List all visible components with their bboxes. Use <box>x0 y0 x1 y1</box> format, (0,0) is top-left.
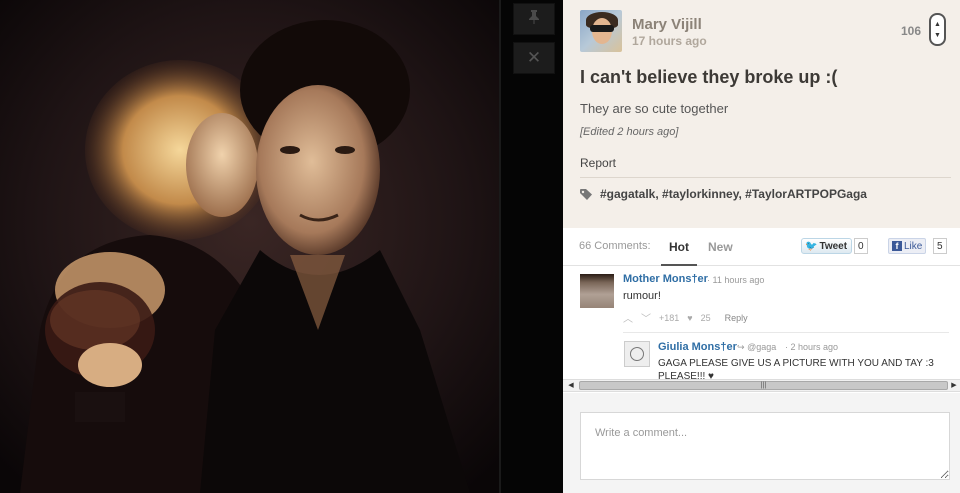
pin-button[interactable] <box>513 3 555 35</box>
post-info: Mary Vijill 17 hours ago 106 ▲ ▼ I can't… <box>563 0 960 228</box>
horizontal-scrollbar[interactable]: ◀ ||| ▶ <box>563 379 960 392</box>
like-count: 5 <box>933 238 947 254</box>
post-title: I can't believe they broke up :( <box>580 67 838 87</box>
facebook-icon: f <box>892 241 902 251</box>
comments-header: 66 Comments: Hot New 🐦 Tweet 0 f Like 5 <box>563 228 960 266</box>
viewer: ✕ Mary Vijill 17 hours ago 106 ▲ ▼ I can… <box>0 0 960 493</box>
close-icon: ✕ <box>526 48 542 67</box>
comment-input[interactable] <box>580 412 950 480</box>
commenter-name[interactable]: Mother Mons†er <box>623 273 708 285</box>
comment-compose <box>563 393 960 493</box>
comment-text: GAGA PLEASE GIVE US A PICTURE WITH YOU A… <box>658 358 934 379</box>
scroll-left-icon[interactable]: ◀ <box>565 380 577 391</box>
heart-icon[interactable]: ♥ <box>687 313 692 323</box>
post-body: They are so cute together <box>580 101 729 116</box>
upvote-icon[interactable]: ▲ <box>934 19 941 30</box>
edited-note: [Edited 2 hours ago] <box>580 126 679 138</box>
comment-count: 66 Comments: <box>579 240 651 252</box>
tab-new[interactable]: New <box>708 240 733 254</box>
post-tags[interactable]: #gagatalk, #taylorkinney, #TaylorARTPOPG… <box>600 187 867 201</box>
like-label: Like <box>904 240 923 252</box>
tab-hot[interactable]: Hot <box>661 228 697 266</box>
divider <box>580 177 951 178</box>
comment-divider <box>623 332 949 333</box>
author-avatar[interactable] <box>580 10 622 52</box>
commenter-name[interactable]: Giulia Mons†er <box>658 341 737 353</box>
vote-score: 106 <box>901 24 922 38</box>
post-photo <box>0 0 499 493</box>
comment-actions: ︿ ﹀ +181 ♥ 25 Reply <box>623 310 748 326</box>
tweet-label: Tweet <box>819 240 848 252</box>
pin-icon <box>527 9 541 30</box>
upvote-arrow-icon[interactable]: ︿ <box>623 310 633 325</box>
reply-to[interactable]: ↪ @gaga <box>737 342 776 353</box>
comment-text: rumour! <box>623 290 661 302</box>
downvote-arrow-icon[interactable]: ﹀ <box>641 310 651 325</box>
close-button[interactable]: ✕ <box>513 42 555 74</box>
scrollbar-thumb[interactable]: ||| <box>579 381 948 390</box>
tag-icon <box>580 187 593 200</box>
comment-score: +181 <box>659 312 680 323</box>
author-name[interactable]: Mary Vijill <box>632 16 702 33</box>
comment-time: · 11 hours ago <box>707 275 765 285</box>
vote-control[interactable]: ▲ ▼ <box>929 13 946 46</box>
comments-panel: 66 Comments: Hot New 🐦 Tweet 0 f Like 5 … <box>563 228 960 493</box>
commenter-avatar[interactable] <box>624 341 650 367</box>
comment-time: · 2 hours ago <box>785 342 839 352</box>
tweet-button[interactable]: 🐦 Tweet <box>801 238 853 254</box>
reply-button[interactable]: Reply <box>725 313 748 323</box>
facebook-like-button[interactable]: f Like <box>888 238 927 254</box>
report-link[interactable]: Report <box>580 156 616 170</box>
post-time: 17 hours ago <box>632 34 707 48</box>
downvote-icon[interactable]: ▼ <box>934 30 941 41</box>
tweet-count: 0 <box>854 238 868 254</box>
scroll-right-icon[interactable]: ▶ <box>948 380 960 391</box>
control-column: ✕ <box>501 0 563 493</box>
reply-arrow-icon: ↪ <box>737 342 745 352</box>
heart-count: 25 <box>700 312 711 323</box>
commenter-avatar[interactable] <box>580 274 614 308</box>
twitter-bird-icon: 🐦 <box>805 240 818 252</box>
